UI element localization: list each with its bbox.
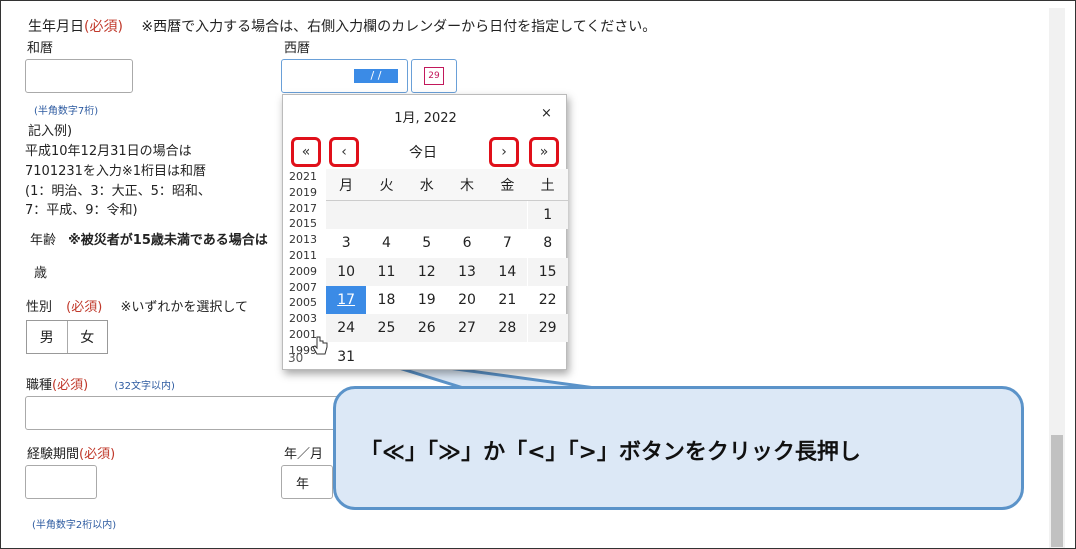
day-cell[interactable]: 17 [326,285,367,314]
day-cell[interactable]: 14 [487,257,528,286]
empty-day-cell [406,201,447,229]
partial-row-label: 30 [288,351,304,365]
weekday-label: 月 [339,178,354,194]
day-cell[interactable]: 24 [326,314,367,343]
callout-text: 「≪」「≫」か「<」「>」ボタンをクリック長押し [360,440,861,465]
day-cell[interactable]: 4 [366,229,406,257]
next-year-button[interactable]: » [529,137,559,167]
year-item[interactable]: 2007 [289,280,321,296]
day-cell[interactable]: 8 [528,229,568,257]
hand-cursor-icon [312,336,328,355]
year-item[interactable]: 2017 [289,201,321,217]
year-item[interactable]: 2021 [289,169,321,185]
day-cell[interactable]: 26 [406,314,447,343]
day-cell[interactable]: 1 [527,201,568,229]
empty-day-cell [407,343,447,371]
day-cell[interactable]: 13 [446,257,488,286]
year-item[interactable]: 2019 [289,185,321,201]
year-list[interactable]: 2021 2019 2017 2015 2013 2011 2009 2007 2005 2003… [289,169,321,359]
day-cell[interactable]: 28 [487,314,528,343]
day-cell[interactable]: 18 [366,286,406,314]
year-item[interactable]: 2003 [289,311,321,327]
day-cell[interactable]: 5 [407,229,447,257]
weekday-label: 木 [460,178,475,194]
calendar-close-button[interactable]: × [541,106,552,121]
empty-day-cell [446,201,488,229]
day-cell[interactable]: 25 [366,314,407,343]
year-item[interactable]: 2013 [289,232,321,248]
prev-month-button[interactable]: ‹ [329,137,359,167]
empty-day-cell [487,201,528,229]
day-cell[interactable]: 22 [528,286,568,314]
calendar-popup: 1月, 2022 × « ‹ 今日 › » 2021 2019 2017 2015 20… [282,94,568,371]
calendar-title: 1月, 2022 [394,111,457,126]
empty-day-cell [366,343,406,371]
day-cell[interactable]: 6 [447,229,487,257]
day-cell[interactable]: 3 [326,229,366,257]
day-cell[interactable]: 29 [527,314,568,343]
day-cell[interactable]: 20 [447,286,487,314]
day-cell[interactable]: 27 [446,314,488,343]
weekday-header: 月火水木金土 [326,169,568,201]
today-button[interactable]: 今日 [409,142,437,162]
day-cell[interactable]: 12 [406,257,447,286]
weekday-label: 土 [540,178,555,194]
empty-day-cell [447,343,487,371]
day-cell[interactable]: 31 [326,343,366,371]
empty-day-cell [366,201,407,229]
empty-day-cell [528,343,568,371]
year-item[interactable]: 2015 [289,216,321,232]
day-cell[interactable]: 7 [487,229,527,257]
year-item[interactable]: 2009 [289,264,321,280]
next-month-button[interactable]: › [489,137,519,167]
day-cell[interactable]: 10 [326,257,367,286]
day-cell[interactable]: 11 [366,257,407,286]
weekday-label: 水 [419,178,434,194]
year-item[interactable]: 2011 [289,248,321,264]
empty-day-cell [326,201,367,229]
year-item[interactable]: 2005 [289,295,321,311]
day-cell[interactable]: 15 [527,257,568,286]
day-cell[interactable]: 21 [487,286,527,314]
day-cell[interactable]: 19 [407,286,447,314]
weekday-label: 火 [379,178,394,194]
weekday-label: 金 [500,178,515,194]
prev-year-button[interactable]: « [291,137,321,167]
empty-day-cell [487,343,527,371]
